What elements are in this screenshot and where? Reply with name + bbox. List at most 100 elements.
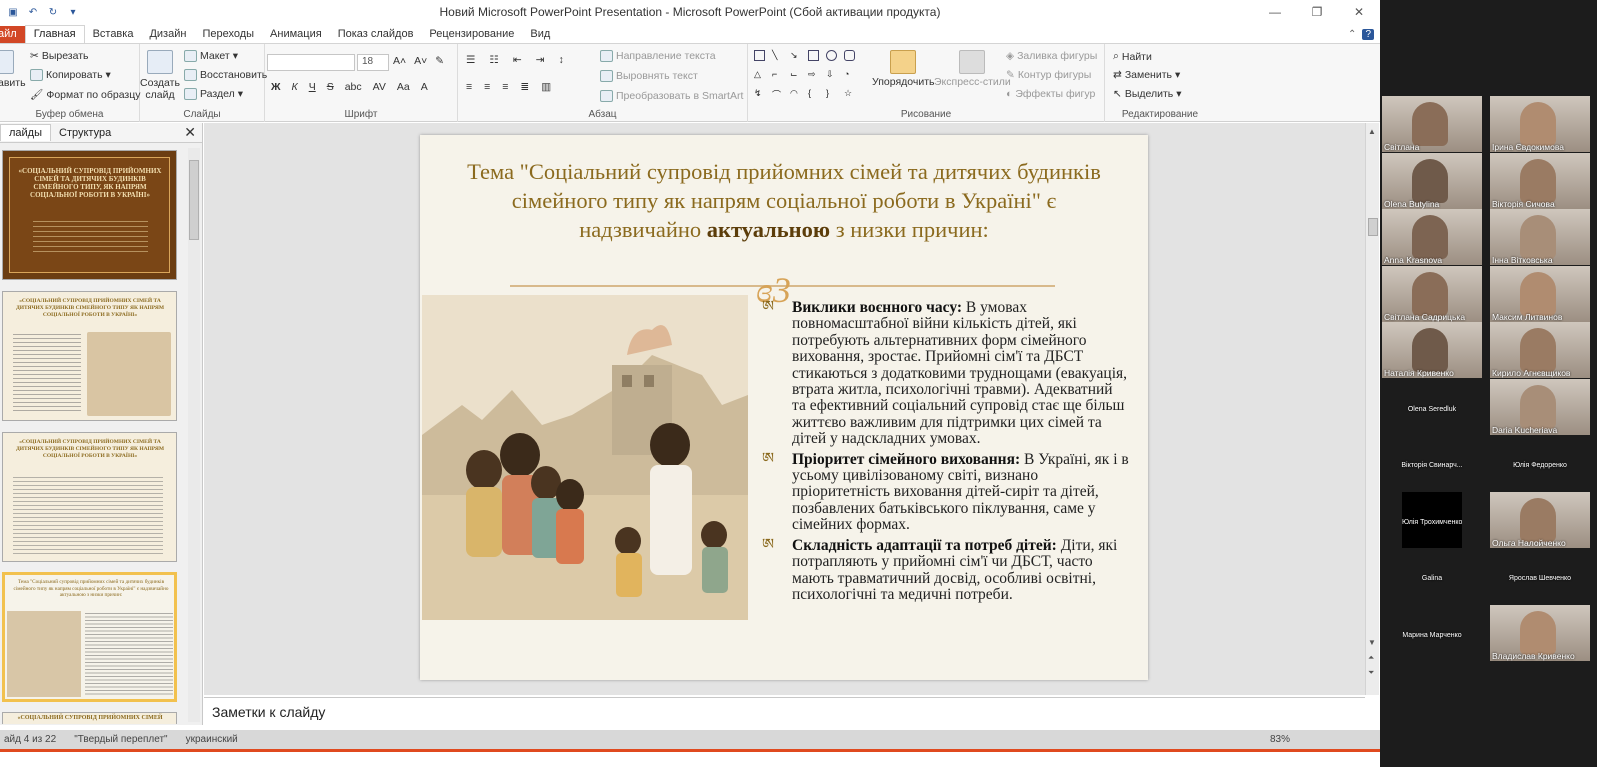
font-name-combo[interactable] bbox=[267, 54, 355, 71]
participant-tile[interactable]: Світлана bbox=[1382, 96, 1482, 152]
shape-fill-button[interactable]: ◈ Заливка фигуры bbox=[1006, 50, 1097, 62]
justify-icon[interactable]: ≣ bbox=[520, 81, 529, 93]
brace-right-shape-icon[interactable]: } bbox=[826, 88, 837, 99]
right-arrow-shape-icon[interactable]: ⇨ bbox=[808, 69, 819, 80]
layout-button[interactable]: Макет ▾ bbox=[184, 50, 238, 62]
participant-tile[interactable]: Інна Вітковська bbox=[1490, 209, 1590, 265]
participant-tile[interactable]: Максим Литвинов bbox=[1490, 265, 1590, 322]
participant-tile[interactable]: Ольга Налойченко bbox=[1490, 491, 1590, 548]
underline-button[interactable]: Ч bbox=[309, 81, 316, 93]
language-indicator[interactable]: украинский bbox=[186, 734, 238, 745]
children-doctor-illustration[interactable] bbox=[422, 295, 748, 620]
scroll-down-icon[interactable]: ▼ bbox=[1368, 638, 1376, 647]
participant-tile[interactable]: Наталія Кривенко bbox=[1382, 322, 1482, 378]
strike-abc-button[interactable]: abc bbox=[345, 81, 362, 93]
indent-decrease-icon[interactable]: ⇤ bbox=[513, 54, 522, 66]
clear-format-icon[interactable]: ✎ bbox=[435, 55, 444, 67]
triangle-shape-icon[interactable]: △ bbox=[754, 69, 765, 80]
smartart-button[interactable]: Преобразовать в SmartArt bbox=[600, 90, 743, 102]
slide-thumbnail-2[interactable]: «СОЦІАЛЬНИЙ СУПРОВІД ПРИЙОМНИХ СІМЕЙ ТА … bbox=[2, 291, 177, 421]
rect-shape-icon[interactable] bbox=[808, 50, 819, 61]
collapse-ribbon-icon[interactable]: ⌃ bbox=[1348, 29, 1356, 40]
line-shape-icon[interactable]: ╲ bbox=[772, 50, 783, 61]
slide-thumbnail-4[interactable]: Тема "Соціальний супровід прийомних сіме… bbox=[2, 572, 177, 702]
reset-button[interactable]: Восстановить bbox=[184, 69, 267, 81]
minimize-button[interactable]: — bbox=[1254, 0, 1296, 24]
participant-tile[interactable]: Марина Марченко bbox=[1382, 605, 1482, 661]
participant-tile[interactable]: Olena Seredluk bbox=[1382, 379, 1482, 435]
slide-thumbnail-3[interactable]: «СОЦІАЛЬНИЙ СУПРОВІД ПРИЙОМНИХ СІМЕЙ ТА … bbox=[2, 432, 177, 562]
bullets-icon[interactable]: ☰ bbox=[466, 54, 475, 66]
oval-shape-icon[interactable] bbox=[826, 50, 837, 61]
decrease-font-icon[interactable]: A˅ bbox=[414, 55, 427, 67]
cut-button[interactable]: ✂ Вырезать bbox=[30, 50, 89, 62]
connector-shape-icon[interactable]: ⌙ bbox=[790, 69, 801, 80]
participant-tile[interactable]: Кирило Агнєвщиков bbox=[1490, 322, 1590, 378]
slide-thumbnail-5[interactable]: «СОЦІАЛЬНИЙ СУПРОВІД ПРИЙОМНИХ СІМЕЙ bbox=[2, 712, 177, 724]
tab-outline[interactable]: Структура bbox=[51, 125, 119, 141]
rounded-rect-shape-icon[interactable] bbox=[844, 50, 855, 61]
tab-view[interactable]: Вид bbox=[522, 26, 558, 43]
next-slide-icon[interactable]: ⏷ bbox=[1368, 668, 1374, 678]
participant-tile[interactable]: Olena Butylina bbox=[1382, 152, 1482, 209]
close-button[interactable]: ✕ bbox=[1338, 0, 1380, 24]
slide-title[interactable]: Тема "Соціальний супровід прийомних сіме… bbox=[450, 157, 1118, 244]
close-panel-icon[interactable]: ✕ bbox=[176, 122, 202, 143]
numbering-icon[interactable]: ☷ bbox=[489, 54, 498, 66]
participant-tile[interactable]: Anna Krasnova bbox=[1382, 209, 1482, 265]
slide-body-text[interactable]: ཨ Виклики воєнного часу: В умовах повнома… bbox=[760, 299, 1130, 607]
slide-scroll-thumb[interactable] bbox=[1368, 218, 1378, 236]
textbox-shape-icon[interactable] bbox=[754, 50, 765, 61]
arc-shape-icon[interactable]: ◠ bbox=[790, 88, 801, 99]
tab-home[interactable]: Главная bbox=[24, 25, 85, 43]
participant-tile[interactable]: Ярослав Шевченко bbox=[1490, 548, 1590, 604]
arrow-shape-icon[interactable]: ↘ bbox=[790, 50, 801, 61]
tab-animation[interactable]: Анимация bbox=[262, 26, 330, 43]
replace-button[interactable]: ⇄ Заменить ▾ bbox=[1113, 69, 1180, 81]
font-size-combo[interactable]: 18 bbox=[357, 54, 389, 71]
copy-button[interactable]: Копировать ▾ bbox=[30, 69, 111, 81]
strikethrough-button[interactable]: S bbox=[327, 81, 334, 93]
callout-shape-icon[interactable]: ◔ bbox=[844, 69, 855, 80]
participant-tile[interactable]: Світлана Садрицька bbox=[1382, 265, 1482, 322]
italic-button[interactable]: К bbox=[292, 81, 298, 93]
bold-button[interactable]: Ж bbox=[271, 81, 281, 93]
thumbnails-scrollbar[interactable] bbox=[188, 148, 200, 722]
curve-shape-icon[interactable]: ⌒ bbox=[772, 88, 783, 100]
paste-button[interactable]: авить bbox=[0, 50, 26, 89]
tab-slides[interactable]: лайды bbox=[0, 124, 52, 141]
tab-file[interactable]: айл bbox=[0, 26, 25, 43]
shapes-gallery[interactable]: ╲ ↘ △ ⌐ ⌙ ⇨ ⇩ ◔ ↯ ⌒ ◠ { } ☆ bbox=[754, 50, 866, 106]
select-button[interactable]: ↖ Выделить ▾ bbox=[1113, 88, 1182, 100]
participant-tile[interactable]: Ірина Євдокимова bbox=[1490, 96, 1590, 152]
tab-design[interactable]: Дизайн bbox=[141, 26, 194, 43]
slide-scrollbar[interactable]: ▲ ▼ ⏶ ⏷ bbox=[1365, 123, 1379, 695]
prev-slide-icon[interactable]: ⏶ bbox=[1368, 653, 1374, 663]
section-button[interactable]: Раздел ▾ bbox=[184, 88, 243, 100]
new-slide-button[interactable]: Создать слайд bbox=[140, 50, 180, 101]
font-color-button[interactable]: A bbox=[421, 81, 428, 93]
align-center-icon[interactable]: ≡ bbox=[484, 81, 490, 93]
format-painter-button[interactable]: 🖌 Формат по образцу bbox=[30, 88, 141, 102]
freeform-shape-icon[interactable]: ↯ bbox=[754, 88, 765, 99]
notes-pane[interactable]: Заметки к слайду bbox=[204, 697, 1365, 727]
change-case-button[interactable]: Aa bbox=[397, 81, 410, 93]
arrange-button[interactable]: Упорядочить bbox=[872, 50, 934, 88]
indent-increase-icon[interactable]: ⇥ bbox=[536, 54, 545, 66]
participant-tile[interactable]: Вікторія Сичова bbox=[1490, 152, 1590, 209]
participant-tile[interactable]: Юлія Федоренко bbox=[1490, 435, 1590, 491]
participant-tile[interactable]: Владислав Кривенко bbox=[1490, 604, 1590, 661]
find-button[interactable]: ⌕ Найти bbox=[1113, 50, 1152, 63]
elbow-shape-icon[interactable]: ⌐ bbox=[772, 69, 783, 80]
text-direction-button[interactable]: Направление текста bbox=[600, 50, 716, 62]
participant-tile[interactable]: Юлія Трохимченко bbox=[1402, 491, 1462, 548]
star-shape-icon[interactable]: ☆ bbox=[844, 88, 855, 99]
participant-tile[interactable]: Daria Kucheriava bbox=[1490, 378, 1590, 435]
align-right-icon[interactable]: ≡ bbox=[502, 81, 508, 93]
shape-effects-button[interactable]: ◐ Эффекты фигур bbox=[1006, 88, 1095, 100]
help-icon[interactable]: ? bbox=[1362, 29, 1374, 40]
tab-transitions[interactable]: Переходы bbox=[194, 26, 262, 43]
tab-slideshow[interactable]: Показ слайдов bbox=[330, 26, 422, 43]
participant-tile[interactable]: Вікторія Свинарч... bbox=[1382, 435, 1482, 491]
thumbnails-scroll-thumb[interactable] bbox=[189, 160, 199, 240]
